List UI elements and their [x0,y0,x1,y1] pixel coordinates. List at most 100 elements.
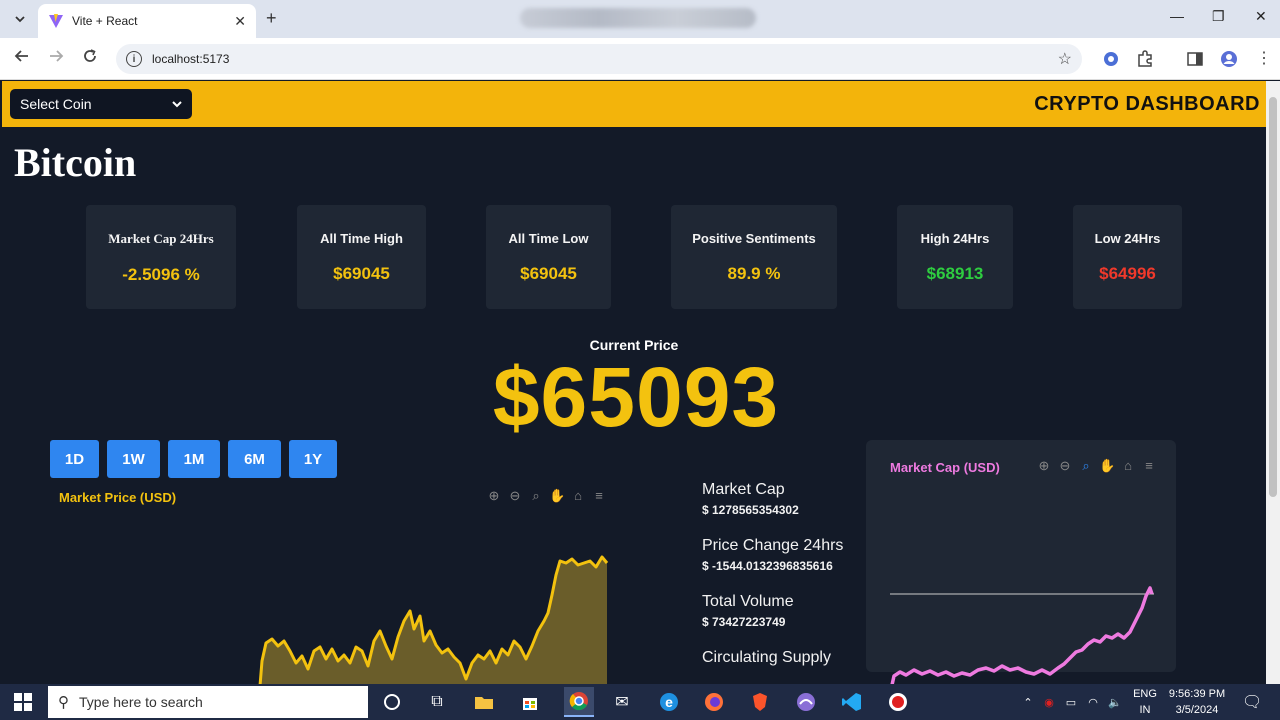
search-icon: ⚲ [58,694,69,711]
mail-icon[interactable]: ✉ [610,690,634,714]
bookmark-star-icon[interactable]: ☆ [1058,49,1072,69]
stat-label: Price Change 24hrs [702,537,844,554]
minimize-button[interactable]: — [1170,8,1184,24]
edge-logo-icon: e [660,693,678,711]
restore-button[interactable]: ❐ [1212,8,1225,25]
zoom-out-icon[interactable]: ⊖ [1057,458,1073,474]
folder-icon [475,697,493,709]
zoom-in-icon[interactable]: ⊕ [486,488,502,504]
task-view-icon[interactable]: ⧉ [425,690,449,714]
recorder-icon[interactable] [886,690,910,714]
stat-label: Market Cap [702,481,785,498]
zoom-select-icon[interactable]: ⌕ [528,488,544,504]
coin-stats-list: Market Cap $ 1278565354302 Price Change … [702,481,843,684]
firefox-icon[interactable] [702,690,726,714]
zoom-select-icon[interactable]: ⌕ [1078,458,1094,474]
stat-label: Total Volume [702,593,794,610]
stat-card-value: $68913 [926,264,984,283]
chevron-down-icon [15,16,25,23]
language-top: ENG [1133,688,1157,700]
stat-card-value: $64996 [1099,264,1156,283]
language-bottom: IN [1139,704,1151,716]
chevron-up-icon[interactable]: ⌃ [1018,696,1038,709]
store-icon[interactable] [518,690,542,714]
zoom-out-icon[interactable]: ⊖ [507,488,523,504]
browser-tab-bar: Vite + React ✕ + — ❐ ✕ [0,0,1280,38]
range-button-1d[interactable]: 1D [50,440,99,478]
coin-select[interactable]: Select Coin [10,89,192,119]
tab-title: Vite + React [72,14,138,28]
stat-card-low-24h: Low 24Hrs $64996 [1073,205,1182,309]
new-tab-button[interactable]: + [266,8,277,29]
purple-app-icon [797,693,815,711]
record-status-icon[interactable]: ◉ [1038,696,1060,709]
page-scrollbar[interactable] [1266,81,1280,684]
vscode-logo-icon [842,693,861,711]
notifications-icon[interactable]: 🗨 [1242,692,1262,712]
clock-date: 3/5/2024 [1175,704,1219,716]
stat-card-label: High 24Hrs [920,231,990,246]
coin-name: Bitcoin [14,140,137,185]
address-bar[interactable]: i localhost:5173 ☆ [116,44,1082,74]
home-reset-icon[interactable]: ⌂ [570,488,586,504]
reload-button[interactable] [82,48,98,69]
stat-price-change-24h: Price Change 24hrs $ -1544.0132396835616 [702,537,843,573]
market-price-chart [258,555,609,684]
vscode-icon[interactable] [840,690,864,714]
puzzle-extensions-icon[interactable] [1136,50,1154,68]
range-button-1y[interactable]: 1Y [289,440,337,478]
market-cap-line-chart [890,586,1154,684]
clock-time: 9:56:39 PM [1168,688,1226,700]
app-taskbar-icon[interactable] [794,690,818,714]
browser-tab[interactable]: Vite + React ✕ [38,4,256,38]
language-indicator[interactable]: ENG IN [1130,686,1160,718]
stat-card-high-24h: High 24Hrs $68913 [897,205,1013,309]
chart-menu-icon[interactable]: ≡ [1141,458,1157,474]
stat-market-cap: Market Cap $ 1278565354302 [702,481,843,517]
windows-taskbar: ⚲ Type here to search ⧉ ✉ e ⌃ ◉ ▭ ◠ 🔈 EN… [0,684,1280,720]
dashboard-title: CRYPTO DASHBOARD [1034,93,1260,115]
brave-icon[interactable] [748,690,772,714]
pan-hand-icon[interactable]: ✋ [549,488,565,504]
record-icon [889,693,907,711]
edge-icon[interactable]: e [657,690,681,714]
range-button-1w[interactable]: 1W [107,440,160,478]
site-info-icon[interactable]: i [126,51,142,67]
side-panel-icon[interactable] [1186,50,1204,68]
stat-label: Circulating Supply [702,649,831,666]
chrome-taskbar-icon[interactable] [564,687,594,717]
range-button-1m[interactable]: 1M [168,440,220,478]
back-button[interactable] [14,48,30,69]
range-button-6m[interactable]: 6M [228,440,281,478]
url-text: localhost:5173 [152,52,230,66]
stat-card-positive-sentiments: Positive Sentiments 89.9 % [671,205,837,309]
scrollbar-thumb[interactable] [1269,97,1277,497]
close-tab-icon[interactable]: ✕ [234,13,246,30]
volume-icon[interactable]: 🔈 [1104,696,1126,709]
home-reset-icon[interactable]: ⌂ [1120,458,1136,474]
file-explorer-icon[interactable] [472,690,496,714]
svg-text:e: e [665,694,673,710]
cortana-icon[interactable] [380,690,404,714]
firefox-logo-icon [705,693,723,711]
zoom-in-icon[interactable]: ⊕ [1036,458,1052,474]
profile-avatar-icon[interactable] [1220,50,1238,68]
pan-hand-icon[interactable]: ✋ [1099,458,1115,474]
taskbar-clock[interactable]: 9:56:39 PM 3/5/2024 [1162,686,1232,718]
close-window-button[interactable]: ✕ [1255,8,1267,25]
wifi-icon[interactable]: ◠ [1082,696,1104,709]
taskbar-search-box[interactable]: ⚲ Type here to search [48,686,368,718]
arrow-right-icon [50,50,64,62]
forward-button[interactable] [48,48,64,69]
extension-icon[interactable] [1102,50,1120,68]
windows-start-icon[interactable] [14,693,32,711]
chart-menu-icon[interactable]: ≡ [591,488,607,504]
stat-card-label: Positive Sentiments [692,231,816,246]
browser-menu-icon[interactable]: ⋮ [1256,48,1272,68]
app-header: Select Coin CRYPTO DASHBOARD [2,81,1266,127]
tab-list-button[interactable] [8,8,32,30]
battery-icon[interactable]: ▭ [1060,696,1082,709]
vite-logo-icon [49,14,63,28]
crypto-dashboard-app: Select Coin CRYPTO DASHBOARD Bitcoin Mar… [2,81,1266,684]
chevron-down-icon [172,101,182,108]
